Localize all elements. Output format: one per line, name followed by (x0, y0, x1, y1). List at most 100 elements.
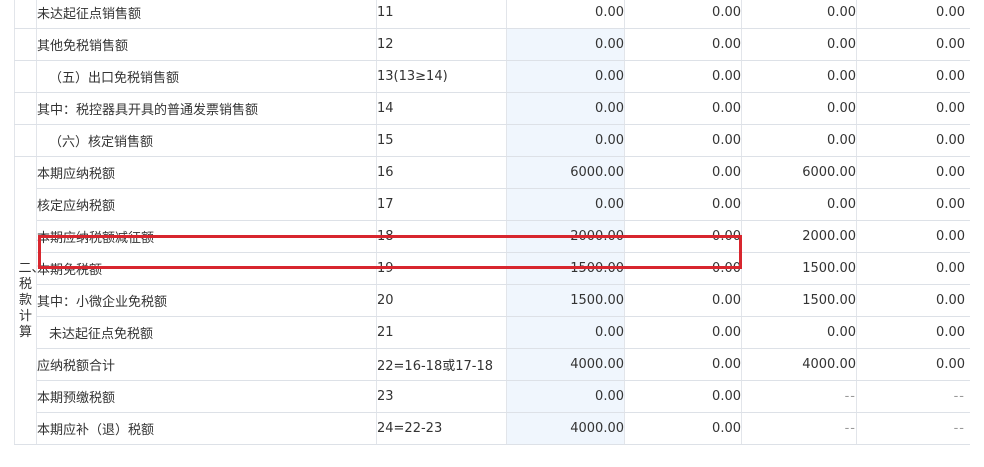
value-cell[interactable]: 0.00 (506, 188, 625, 221)
row-line-no: 12 (376, 28, 507, 61)
row-line-no: 14 (376, 92, 507, 125)
value-cell[interactable]: 6000.00 (506, 156, 625, 189)
row-name: 应纳税额合计 (36, 348, 377, 381)
value-cell[interactable]: 0.00 (624, 0, 742, 29)
row-line-no: 11 (376, 0, 507, 29)
value-cell[interactable]: 2000.00 (741, 220, 857, 253)
value-cell[interactable]: 0.00 (624, 28, 742, 61)
table-row: 未达起征点销售额 11 0.00 0.00 0.00 0.00 (14, 0, 970, 29)
value-cell[interactable]: 0.00 (506, 60, 625, 93)
table-row: 本期免税额 19 1500.00 0.00 1500.00 0.00 (15, 252, 970, 285)
row-name: （五）出口免税销售额 (36, 60, 377, 93)
row-name: 其中：小微企业免税额 (36, 284, 377, 317)
value-cell[interactable]: 0.00 (856, 60, 970, 93)
row-line-no: 22=16-18或17-18 (376, 348, 507, 381)
table-row: 本期应补（退）税额 24=22-23 4000.00 0.00 -- -- (15, 412, 970, 445)
value-cell[interactable]: 4000.00 (506, 412, 625, 445)
value-cell[interactable]: 0.00 (506, 316, 625, 349)
value-cell[interactable]: 0.00 (741, 316, 857, 349)
row-line-no: 17 (376, 188, 507, 221)
table-row: 未达起征点免税额 21 0.00 0.00 0.00 0.00 (15, 316, 970, 349)
row-name: 其他免税销售额 (36, 28, 377, 61)
value-cell[interactable]: 0.00 (624, 412, 742, 445)
section-cell-top (14, 124, 37, 157)
value-cell[interactable]: 0.00 (856, 188, 970, 221)
row-line-no: 21 (376, 316, 507, 349)
value-cell[interactable]: 0.00 (856, 156, 970, 189)
value-cell: -- (856, 412, 970, 445)
value-cell[interactable]: 0.00 (856, 28, 970, 61)
section-cell-top (14, 0, 37, 29)
value-cell[interactable]: 0.00 (506, 0, 625, 29)
value-cell[interactable]: 0.00 (856, 252, 970, 285)
value-cell[interactable]: 0.00 (624, 220, 742, 253)
row-line-no: 19 (376, 252, 507, 285)
value-cell[interactable]: 0.00 (856, 284, 970, 317)
row-name: 本期免税额 (36, 252, 377, 285)
value-cell[interactable]: 0.00 (506, 124, 625, 157)
value-cell[interactable]: 4000.00 (741, 348, 857, 381)
value-cell[interactable]: 0.00 (624, 284, 742, 317)
tax-calculation-table: 未达起征点销售额 11 0.00 0.00 0.00 0.00 其他免税销售额 … (14, 0, 970, 445)
value-cell[interactable]: 0.00 (624, 316, 742, 349)
table-row: 其中：小微企业免税额 20 1500.00 0.00 1500.00 0.00 (15, 284, 970, 317)
row-name: （六）核定销售额 (36, 124, 377, 157)
value-cell[interactable]: 0.00 (741, 188, 857, 221)
value-cell: -- (856, 380, 970, 413)
row-line-no: 13(13≥14) (376, 60, 507, 93)
section-cell-top (14, 92, 37, 125)
value-cell[interactable]: 0.00 (856, 220, 970, 253)
value-cell[interactable]: 0.00 (741, 92, 857, 125)
value-cell[interactable]: 0.00 (741, 28, 857, 61)
value-cell[interactable]: 0.00 (624, 380, 742, 413)
row-line-no: 16 (376, 156, 507, 189)
row-name: 本期应纳税额 (36, 156, 377, 189)
value-cell[interactable]: 0.00 (624, 252, 742, 285)
value-cell[interactable]: 0.00 (856, 0, 970, 29)
section-cell-top (14, 28, 37, 61)
value-cell[interactable]: 0.00 (624, 188, 742, 221)
value-cell[interactable]: 0.00 (741, 0, 857, 29)
value-cell[interactable]: 0.00 (506, 380, 625, 413)
table-row: 应纳税额合计 22=16-18或17-18 4000.00 0.00 4000.… (15, 348, 970, 381)
value-cell[interactable]: 0.00 (856, 92, 970, 125)
row-name: 本期应纳税额减征额 (36, 220, 377, 253)
table-row: （六）核定销售额 15 0.00 0.00 0.00 0.00 (14, 124, 970, 157)
value-cell[interactable]: 0.00 (506, 92, 625, 125)
table-row: 本期预缴税额 23 0.00 0.00 -- -- (15, 380, 970, 413)
value-cell[interactable]: 1500.00 (506, 284, 625, 317)
value-cell[interactable]: 0.00 (624, 60, 742, 93)
value-cell[interactable]: 1500.00 (506, 252, 625, 285)
value-cell[interactable]: 0.00 (856, 124, 970, 157)
value-cell[interactable]: 2000.00 (506, 220, 625, 253)
value-cell[interactable]: 0.00 (624, 124, 742, 157)
value-cell[interactable]: 0.00 (856, 348, 970, 381)
value-cell[interactable]: 0.00 (506, 28, 625, 61)
row-line-no: 20 (376, 284, 507, 317)
row-name: 未达起征点免税额 (36, 316, 377, 349)
section-cell-top (14, 60, 37, 93)
tax-return-sheet: 未达起征点销售额 11 0.00 0.00 0.00 0.00 其他免税销售额 … (14, 0, 970, 467)
table-row-highlighted: 本期应纳税额减征额 18 2000.00 0.00 2000.00 0.00 (15, 220, 970, 253)
table-row: （五）出口免税销售额 13(13≥14) 0.00 0.00 0.00 0.00 (14, 60, 970, 93)
row-name: 本期预缴税额 (36, 380, 377, 413)
value-cell[interactable]: 1500.00 (741, 284, 857, 317)
table-row: 其中：税控器具开具的普通发票销售额 14 0.00 0.00 0.00 0.00 (14, 92, 970, 125)
row-line-no: 23 (376, 380, 507, 413)
value-cell[interactable]: 0.00 (624, 348, 742, 381)
value-cell[interactable]: 0.00 (741, 60, 857, 93)
row-name: 本期应补（退）税额 (36, 412, 377, 445)
value-cell[interactable]: 6000.00 (741, 156, 857, 189)
value-cell[interactable]: 0.00 (624, 92, 742, 125)
section-label-tax-calculation: 二、税款计算 (14, 156, 37, 445)
table-row: 其他免税销售额 12 0.00 0.00 0.00 0.00 (14, 28, 970, 61)
value-cell[interactable]: 0.00 (856, 316, 970, 349)
table-row: 二、税款计算 本期应纳税额 16 6000.00 0.00 6000.00 0.… (14, 156, 970, 445)
value-cell: -- (741, 412, 857, 445)
row-name: 核定应纳税额 (36, 188, 377, 221)
value-cell[interactable]: 1500.00 (741, 252, 857, 285)
value-cell[interactable]: 4000.00 (506, 348, 625, 381)
value-cell[interactable]: 0.00 (624, 156, 742, 189)
value-cell[interactable]: 0.00 (741, 124, 857, 157)
row-name: 其中：税控器具开具的普通发票销售额 (36, 92, 377, 125)
